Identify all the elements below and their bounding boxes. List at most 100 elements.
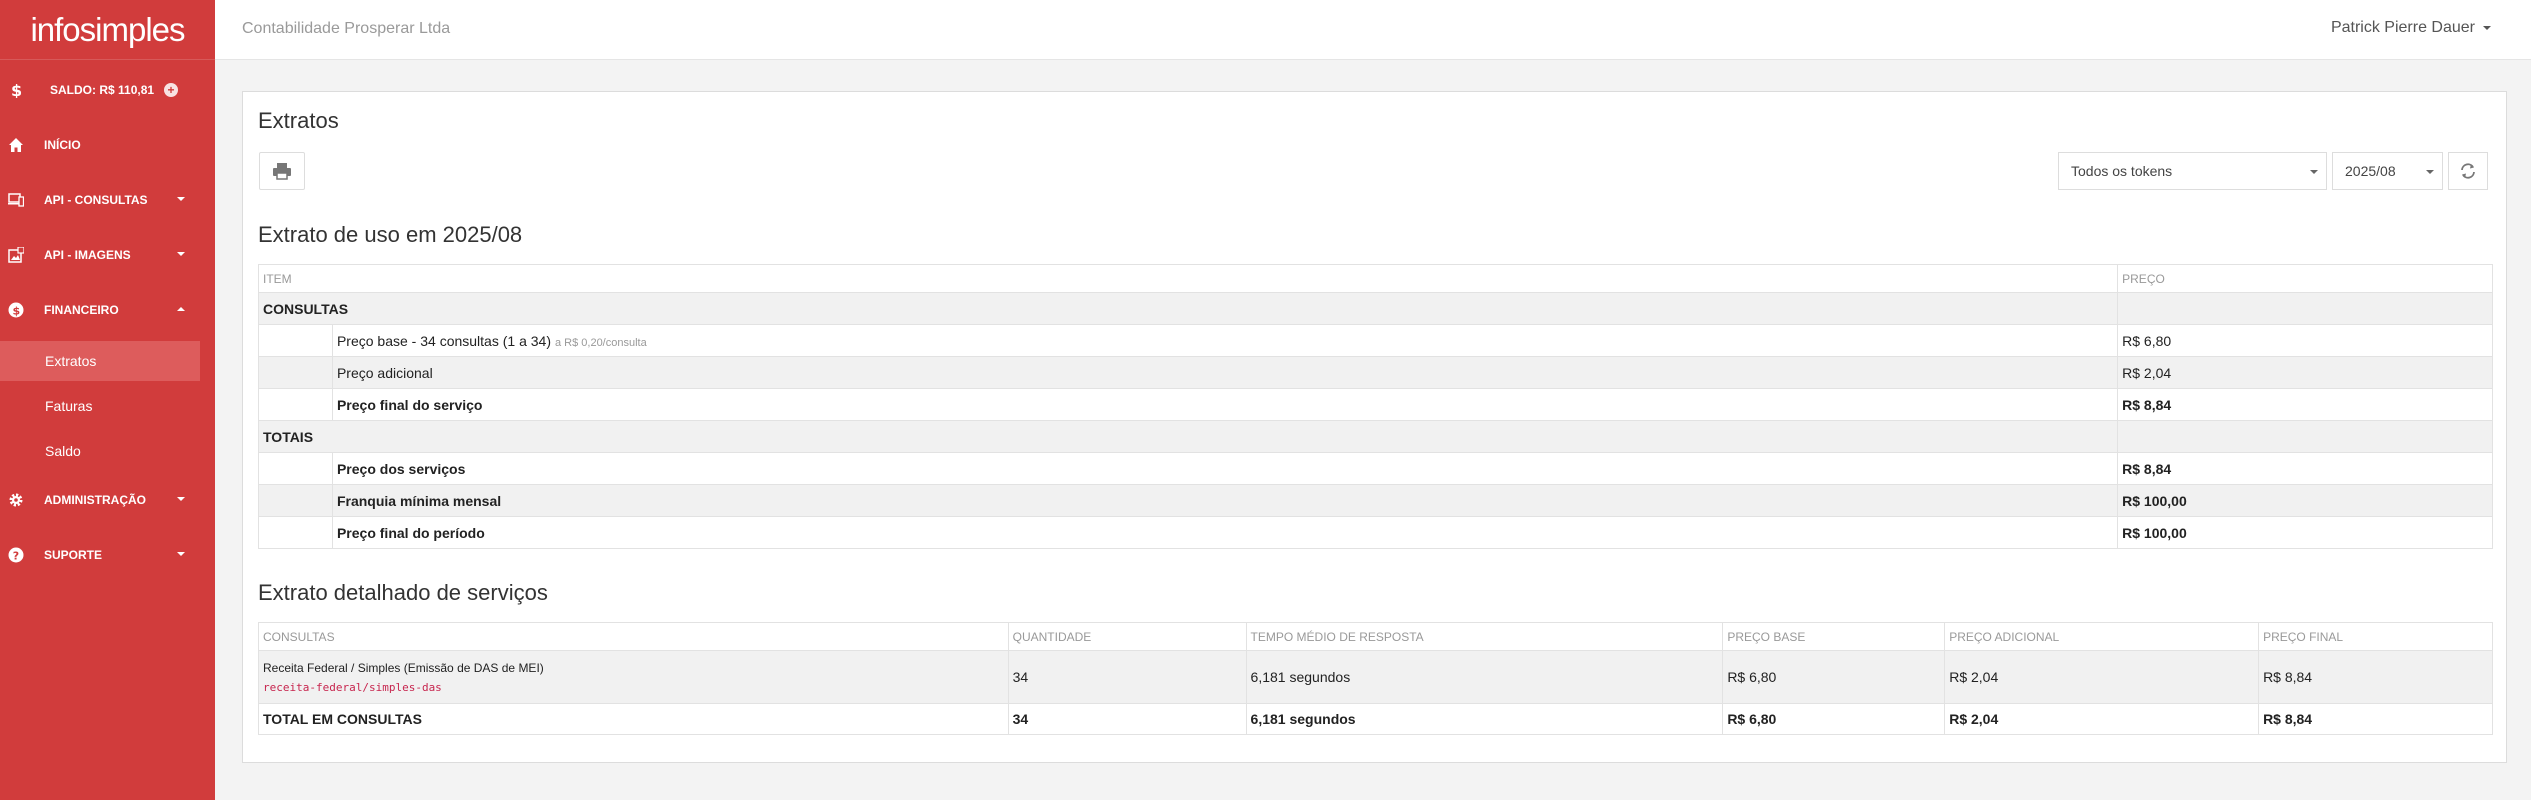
nav-suporte[interactable]: ? SUPORTE (0, 535, 215, 575)
row-price: R$ 6,80 (2117, 324, 2493, 357)
table-row: Preço final do serviço R$ 8,84 (258, 388, 2493, 421)
subnav-extratos[interactable]: Extratos (0, 341, 200, 381)
header-price: PREÇO (2117, 264, 2493, 293)
table-row: Preço adicional R$ 2,04 (258, 356, 2493, 389)
balance-item[interactable]: $ SALDO: R$ 110,81 + (0, 70, 215, 110)
company-name: Contabilidade Prosperar Ltda (242, 20, 451, 37)
header-tempo: TEMPO MÉDIO DE RESPOSTA (1245, 622, 1724, 651)
user-menu[interactable]: Patrick Pierre Dauer (2331, 19, 2491, 37)
header-preco-base: PREÇO BASE (1722, 622, 1946, 651)
row-price: R$ 8,84 (2117, 388, 2493, 421)
chevron-down-icon (2310, 170, 2318, 174)
period-select[interactable]: 2025/08 (2332, 152, 2443, 190)
usage-title: Extrato de uso em 2025/08 (258, 222, 523, 247)
nav-inicio[interactable]: INÍCIO (0, 125, 215, 165)
row-label: Preço dos serviços (331, 452, 2119, 485)
chevron-up-icon (177, 307, 185, 311)
table-row: Receita Federal / Simples (Emissão de DA… (258, 650, 2493, 704)
sidebar: infosimples $ SALDO: R$ 110,81 + INÍCIO … (0, 0, 215, 800)
table-row: Preço base - 34 consultas (1 a 34) a R$ 0… (258, 324, 2493, 357)
nav-inicio-label: INÍCIO (44, 138, 81, 152)
qty-cell: 34 (1007, 650, 1247, 704)
service-code[interactable]: receita-federal/simples-das (263, 681, 1004, 694)
devices-icon (8, 192, 24, 208)
refresh-button[interactable] (2448, 152, 2488, 190)
chevron-down-icon (2483, 26, 2491, 30)
row-price: R$ 2,04 (2117, 356, 2493, 389)
detail-table: CONSULTAS QUANTIDADE TEMPO MÉDIO DE RESP… (258, 622, 2493, 735)
additional-cell: R$ 2,04 (1944, 650, 2260, 704)
refresh-icon (2461, 163, 2475, 179)
svg-text:$: $ (11, 82, 22, 98)
chevron-down-icon (177, 197, 185, 201)
detail-title: Extrato detalhado de serviços (258, 580, 548, 605)
row-label: Preço final do período (331, 516, 2119, 549)
nav-api-imagens-label: API - IMAGENS (44, 248, 131, 262)
user-name: Patrick Pierre Dauer (2330, 19, 2475, 36)
print-icon (273, 163, 291, 180)
home-icon (8, 137, 24, 153)
row-label: Preço adicional (331, 356, 2119, 389)
final-cell: R$ 8,84 (2258, 650, 2493, 704)
base-cell: R$ 6,80 (1722, 650, 1946, 704)
total-row: TOTAL EM CONSULTAS 34 6,181 segundos R$ … (258, 703, 2493, 735)
extratos-panel: Extratos Todos os tokens 2025/08 Extrato… (242, 91, 2507, 763)
svg-text:$: $ (13, 305, 21, 318)
row-label: Preço final do serviço (331, 388, 2119, 421)
gear-icon (8, 492, 24, 508)
header-quantidade: QUANTIDADE (1007, 622, 1247, 651)
nav-suporte-label: SUPORTE (44, 548, 103, 562)
time-cell: 6,181 segundos (1245, 650, 1724, 704)
token-select[interactable]: Todos os tokens (2058, 152, 2327, 190)
logo[interactable]: infosimples (0, 0, 215, 60)
token-select-value: Todos os tokens (2071, 163, 2173, 179)
total-label: TOTAL EM CONSULTAS (258, 703, 1009, 735)
table-row: TOTAIS (257, 420, 2493, 453)
total-time: 6,181 segundos (1245, 703, 1724, 735)
chevron-down-icon (177, 552, 185, 556)
nav-api-imagens[interactable]: API - IMAGENS (0, 235, 215, 275)
chevron-down-icon (177, 497, 185, 501)
nav-api-consultas-label: API - CONSULTAS (44, 193, 148, 207)
nav-financeiro-label: FINANCEIRO (44, 303, 119, 317)
table-row: Preço final do período R$ 100,00 (258, 516, 2493, 549)
row-price: R$ 8,84 (2117, 452, 2493, 485)
chevron-down-icon (177, 252, 185, 256)
add-balance-icon[interactable]: + (164, 83, 179, 97)
dollar-icon: $ (8, 82, 24, 98)
total-additional: R$ 2,04 (1944, 703, 2260, 735)
image-icon (8, 247, 24, 263)
row-note: a R$ 0,20/consulta (554, 336, 647, 349)
balance-label: SALDO: R$ 110,81 (50, 83, 155, 97)
subnav-saldo[interactable]: Saldo (0, 431, 200, 471)
total-qty: 34 (1007, 703, 1247, 735)
topbar: Contabilidade Prosperar Ltda Patrick Pie… (215, 0, 2531, 60)
money-circle-icon: $ (8, 302, 24, 318)
table-row: CONSULTAS (257, 292, 2493, 325)
table-row: Preço dos serviços R$ 8,84 (258, 452, 2493, 485)
nav-api-consultas[interactable]: API - CONSULTAS (0, 180, 215, 220)
header-item: ITEM (257, 264, 2119, 293)
print-button[interactable] (259, 152, 305, 190)
header-preco-adicional: PREÇO ADICIONAL (1944, 622, 2260, 651)
row-label-text: Preço base - 34 consultas (1 a 34) (336, 332, 551, 349)
nav-administracao[interactable]: ADMINISTRAÇÃO (0, 480, 215, 520)
service-cell: Receita Federal / Simples (Emissão de DA… (258, 650, 1009, 704)
group-label: TOTAIS (257, 420, 2119, 453)
service-name: Receita Federal / Simples (Emissão de DA… (263, 660, 544, 675)
row-label: Franquia mínima mensal (331, 484, 2119, 517)
nav-administracao-label: ADMINISTRAÇÃO (44, 493, 146, 507)
chevron-down-icon (2426, 170, 2434, 174)
usage-table: ITEM PREÇO CONSULTAS Preço base - 34 con… (257, 264, 2493, 549)
row-price: R$ 100,00 (2117, 516, 2493, 549)
header-consultas: CONSULTAS (258, 622, 1009, 651)
page-title: Extratos (258, 108, 339, 133)
subnav-faturas[interactable]: Faturas (0, 386, 200, 426)
header-preco-final: PREÇO FINAL (2258, 622, 2493, 651)
group-label: CONSULTAS (257, 292, 2119, 325)
help-icon: ? (8, 547, 24, 563)
nav-financeiro[interactable]: $ FINANCEIRO (0, 290, 215, 330)
svg-text:?: ? (13, 550, 19, 563)
table-row: Franquia mínima mensal R$ 100,00 (258, 484, 2493, 517)
period-select-value: 2025/08 (2345, 163, 2396, 179)
